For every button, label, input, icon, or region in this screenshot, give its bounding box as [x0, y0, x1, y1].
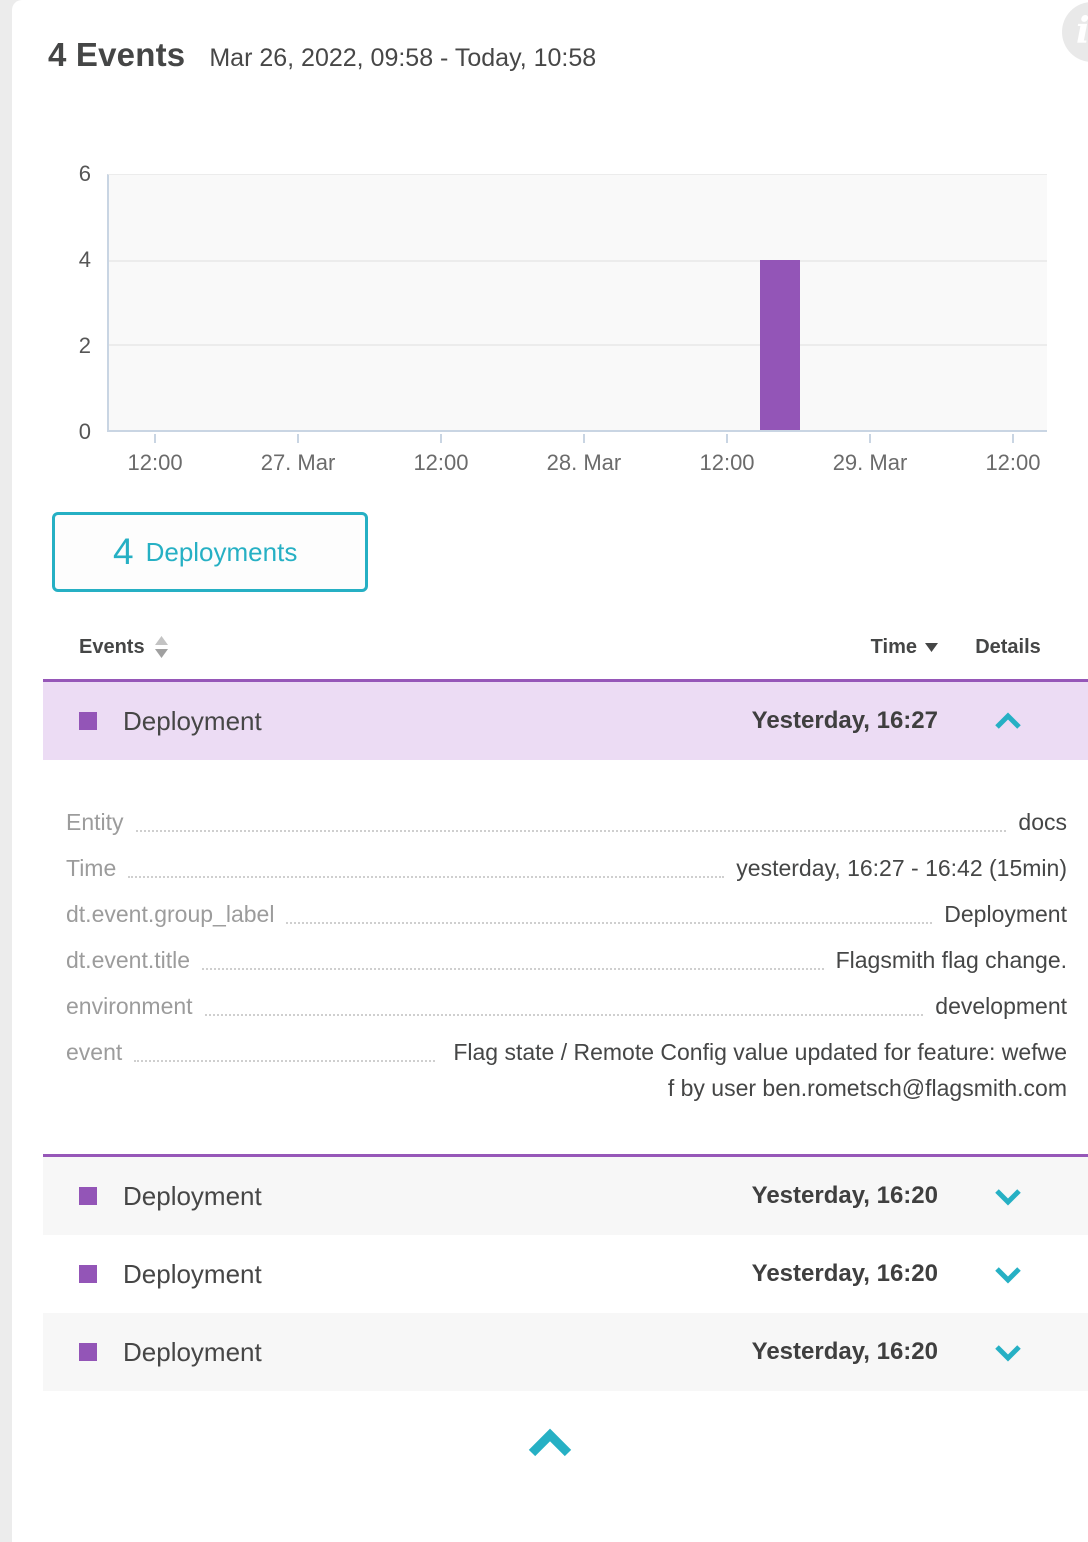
legend-label: Deployments	[146, 537, 298, 568]
y-axis-tick-0: 0	[47, 419, 91, 445]
x-axis-tick-mark	[154, 434, 156, 443]
detail-row: environment development	[66, 988, 1067, 1024]
event-row[interactable]: Deployment Yesterday, 16:20	[43, 1154, 1088, 1235]
event-details-panel: Entity docs Time yesterday, 16:27 - 16:4…	[43, 760, 1088, 1154]
collapse-panel-button[interactable]	[12, 1427, 1088, 1459]
sort-icon	[155, 636, 168, 659]
legend-deployments-button[interactable]: 4 Deployments	[52, 512, 368, 592]
x-axis-tick-mark	[1012, 434, 1014, 443]
x-axis-tick-mark	[297, 434, 299, 443]
event-type-label: Deployment	[123, 706, 262, 737]
page-title: 4 Events	[48, 36, 185, 74]
detail-row: Entity docs	[66, 804, 1067, 840]
gridline-4	[109, 260, 1047, 262]
dotted-leader	[128, 876, 724, 878]
x-axis-tick-label: 12:00	[413, 450, 468, 476]
gridline-2	[109, 344, 1047, 346]
table-header: Events Time Details	[43, 636, 1088, 679]
panel-header: 4 Events Mar 26, 2022, 09:58 - Today, 10…	[12, 0, 1088, 84]
events-panel: 4 Events Mar 26, 2022, 09:58 - Today, 10…	[12, 0, 1088, 1542]
dotted-leader	[202, 968, 824, 970]
deployment-swatch-icon	[79, 712, 97, 730]
x-axis-tick-mark	[440, 434, 442, 443]
x-axis-tick-label: 12:00	[699, 450, 754, 476]
expand-row-button[interactable]	[938, 1343, 1078, 1362]
collapse-row-button[interactable]	[938, 712, 1078, 731]
chevron-up-icon	[993, 712, 1023, 731]
events-table: Events Time Details Deployment Yesterday…	[43, 636, 1088, 1391]
plot-area	[107, 174, 1047, 432]
expand-row-button[interactable]	[938, 1265, 1078, 1284]
event-type-label: Deployment	[123, 1337, 262, 1368]
x-axis-tick-label: 29. Mar	[833, 450, 908, 476]
x-axis-tick-label: 12:00	[985, 450, 1040, 476]
dotted-leader	[286, 922, 932, 924]
x-axis-tick-label: 12:00	[128, 450, 183, 476]
column-header-time[interactable]: Time	[871, 636, 938, 659]
x-axis-tick-mark	[869, 434, 871, 443]
y-axis-tick-6: 6	[47, 161, 91, 187]
chevron-down-icon	[993, 1343, 1023, 1362]
event-row[interactable]: Deployment Yesterday, 16:20	[43, 1313, 1088, 1391]
detail-row: Time yesterday, 16:27 - 16:42 (15min)	[66, 850, 1067, 886]
event-type-label: Deployment	[123, 1181, 262, 1212]
deployment-swatch-icon	[79, 1343, 97, 1361]
legend-count: 4	[113, 531, 134, 573]
event-time: Yesterday, 16:20	[752, 1338, 938, 1366]
event-time: Yesterday, 16:20	[752, 1182, 938, 1210]
deployments-swatch	[73, 532, 94, 572]
event-row[interactable]: Deployment Yesterday, 16:20	[43, 1235, 1088, 1313]
event-time: Yesterday, 16:27	[752, 707, 938, 735]
chevron-down-icon	[993, 1265, 1023, 1284]
timeframe-label: Mar 26, 2022, 09:58 - Today, 10:58	[209, 44, 596, 73]
detail-row: event Flag state / Remote Config value u…	[66, 1034, 1067, 1106]
dotted-leader	[136, 830, 1007, 832]
column-header-events[interactable]: Events	[79, 636, 168, 659]
deployments-bar[interactable]	[760, 260, 800, 430]
event-row-expanded[interactable]: Deployment Yesterday, 16:27	[43, 682, 1088, 760]
chevron-up-icon	[526, 1427, 574, 1459]
chevron-down-icon	[993, 1187, 1023, 1206]
deployment-swatch-icon	[79, 1187, 97, 1205]
caret-down-icon	[925, 643, 938, 652]
events-bar-chart: 6 4 2 0 12:0027. Mar12:0028. Mar12:0029.…	[107, 174, 1047, 432]
column-header-details: Details	[938, 636, 1078, 659]
expanded-event-block: Deployment Yesterday, 16:27 Entity docs …	[43, 679, 1088, 1154]
expand-row-button[interactable]	[938, 1187, 1078, 1206]
detail-row: dt.event.group_label Deployment	[66, 896, 1067, 932]
detail-row: dt.event.title Flagsmith flag change.	[66, 942, 1067, 978]
y-axis-tick-4: 4	[47, 247, 91, 273]
x-axis-tick-label: 28. Mar	[547, 450, 622, 476]
x-axis-tick-mark	[583, 434, 585, 443]
deployment-swatch-icon	[79, 1265, 97, 1283]
x-axis-tick-mark	[726, 434, 728, 443]
dotted-leader	[134, 1060, 435, 1062]
y-axis-tick-2: 2	[47, 333, 91, 359]
event-time: Yesterday, 16:20	[752, 1260, 938, 1288]
dotted-leader	[205, 1014, 924, 1016]
x-axis-tick-label: 27. Mar	[261, 450, 336, 476]
event-type-label: Deployment	[123, 1259, 262, 1290]
